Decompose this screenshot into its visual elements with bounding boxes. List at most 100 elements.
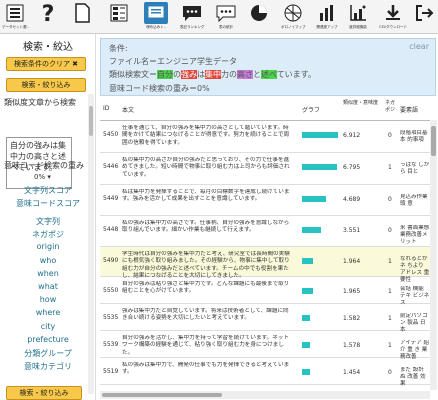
toolbar: データセット選..? 埋め込みト.. 表記ランキング 表の統計 ボロノイマップ 関連度アッ… <box>0 0 438 34</box>
toolbar-label: CSVダウンロード <box>379 25 408 29</box>
toolbar-label: 表記ランキング <box>180 25 205 29</box>
row-text: 私の集中力の高さが自分の強みだと思っており、その力で仕事を進めてきました。短い時… <box>122 157 290 178</box>
row-tags: まだ 設計 ぬ 改善 効果 <box>400 367 426 387</box>
toolbar-button-logout[interactable] <box>412 2 436 33</box>
similar-search-title: 類似度文章から検索 <box>4 98 76 107</box>
row-id: 5450 <box>103 131 119 138</box>
chat-ranking-icon <box>180 2 204 24</box>
row-negpos: 0 <box>388 227 392 234</box>
similar-term: ています。 <box>276 70 316 79</box>
toolbar-button-bar-chart[interactable]: 関連度アップ <box>315 2 339 33</box>
document-icon <box>70 2 94 24</box>
row-id: 5550 <box>103 287 119 294</box>
col-graph[interactable]: グラフ <box>302 105 320 114</box>
table-list-icon <box>107 2 131 24</box>
attribute-link[interactable]: city <box>0 322 96 331</box>
table-hscroll-thumb[interactable] <box>102 393 222 397</box>
attribute-link[interactable]: 文字列 <box>0 216 96 227</box>
row-negpos: 0 <box>388 132 392 139</box>
row-tags: 米 書面業態 業務改善メリット <box>400 225 430 245</box>
toolbar-button-axis-chart[interactable]: 度詳細機能 <box>346 2 370 33</box>
attribute-link[interactable]: when <box>0 269 96 278</box>
condition-filename: ファイル名＝エンジニア学生データ <box>109 57 237 66</box>
table-scrollbar[interactable] <box>430 120 437 390</box>
row-score-bar <box>302 342 311 348</box>
toolbar-button-table-list[interactable] <box>107 2 131 33</box>
row-id: 5490 <box>103 257 119 264</box>
toolbar-button-pie-chart[interactable] <box>247 2 271 33</box>
toolbar-button-chat-ranking[interactable]: 表記ランキング <box>180 2 204 33</box>
toolbar-button-chat-stats[interactable]: 表の統計 <box>214 2 238 33</box>
row-text: 私は集中力を発揮することで、毎月の目標数字を達成し続けています。強みを活かして成… <box>122 189 290 203</box>
search-filter-button[interactable]: 検索・絞り込み <box>6 78 86 92</box>
col-negpos[interactable]: ネガポジ <box>385 99 399 113</box>
table-row[interactable]: 5535 強みは集中力だと自覚しています。将来は技術者として、課題に向き合い続ける… <box>100 304 430 333</box>
col-text[interactable]: 本文 <box>122 105 134 114</box>
table-row[interactable]: 5539 自分の強みを活かし、集中力を持って学習を続けています。ネットワーク構築の… <box>100 331 430 360</box>
row-id: 5539 <box>103 341 119 348</box>
attribute-link[interactable]: 分類グループ <box>0 348 96 359</box>
table-row[interactable]: 5490 学生時代は自分の強みを集中力だと考え、研究室では長時間の実験にも根気強く… <box>100 247 430 283</box>
embed-icon <box>144 2 168 24</box>
score-link[interactable]: 意味コードスコア <box>0 198 96 209</box>
row-text: 仕事を通じて、自分の強みを集中力の高さとして磨いています。時間をかけて結果につな… <box>122 125 290 146</box>
condition-similar: 類似検索文＝自分の強みは集中力の高さと述べています。 <box>109 69 316 80</box>
row-negpos: 1 <box>388 288 392 295</box>
clear-link[interactable]: clear <box>409 42 429 51</box>
toolbar-label: データセット選.. <box>2 25 29 29</box>
attribute-link[interactable]: who <box>0 256 96 265</box>
row-score: 1.454 <box>343 369 361 376</box>
row-score-bar <box>302 132 339 138</box>
bar-chart-icon <box>315 2 339 24</box>
table-row[interactable]: 5449 私は集中力を発揮することで、毎月の目標数字を達成し続けています。強みを活… <box>100 185 430 216</box>
toolbar-button-embed[interactable]: 埋め込みト.. <box>144 2 168 33</box>
col-id[interactable]: ID <box>103 105 109 112</box>
attribute-link[interactable]: what <box>0 282 96 291</box>
similar-term: の <box>173 70 181 79</box>
row-score: 1.582 <box>343 315 361 322</box>
score-link[interactable]: 文字列スコア <box>0 185 96 196</box>
left-scroll-thumb[interactable] <box>89 106 93 136</box>
row-negpos: 1 <box>388 258 392 265</box>
col-score[interactable]: 類似度・意味度 <box>343 99 383 106</box>
meaning-weight-title: 意味コード検索の重み <box>4 161 84 170</box>
toolbar-button-document[interactable] <box>70 2 94 33</box>
left-scrollbar[interactable] <box>88 94 94 394</box>
condition-similar-prefix: 類似検索文＝ <box>109 70 157 79</box>
table-row[interactable]: 5519 私の強みは集中力で、開発の仕事でも力を発揮できると考えています。 1.45… <box>100 358 430 387</box>
toolbar-button-voronoi[interactable]: ボロノイマップ <box>281 2 306 33</box>
search-filter-bottom-button[interactable]: 検索・絞り込み <box>6 386 82 400</box>
table-hscrollbar[interactable] <box>100 391 430 399</box>
condition-weight: 意味コード検索の重み＝0% <box>109 84 210 93</box>
toolbar-label: 関連度アップ <box>316 25 338 29</box>
clear-conditions-button[interactable]: 検索条件のクリア ✖ <box>6 57 86 71</box>
toolbar-button-dataset[interactable]: データセット選.. <box>2 2 29 33</box>
table-scroll-thumb[interactable] <box>431 126 436 156</box>
row-score: 1.964 <box>343 258 361 265</box>
table-row[interactable]: 5446 私の集中力の高さが自分の強みだと思っており、その力で仕事を進めてきました… <box>100 153 430 185</box>
table-row[interactable]: 5550 自分の強みは粘り強さと集中力です。どんな課題にも最後まで取り組むことを心… <box>100 277 430 306</box>
attribute-link[interactable]: ネガポジ <box>0 229 96 240</box>
row-negpos: 1 <box>388 342 392 349</box>
table-row[interactable]: 5448 私の強みは集中力の高さです。仕事柄、自分の強みを意識しながら取り組んでい… <box>100 216 430 247</box>
attribute-link[interactable]: 意味カテゴリ <box>0 361 96 372</box>
toolbar-label: ボロノイマップ <box>281 25 306 29</box>
similar-term: は <box>197 70 205 79</box>
attribute-link[interactable]: prefecture <box>0 335 96 344</box>
similar-term: 述べ <box>261 70 277 79</box>
toolbar-button-download[interactable]: CSVダウンロード <box>379 2 407 33</box>
table-row[interactable]: 5450 仕事を通じて、自分の強みを集中力の高さとして磨いています。時間をかけて結… <box>100 121 430 153</box>
toolbar-button-help[interactable]: ? <box>36 2 60 33</box>
logout-icon <box>412 2 436 24</box>
row-score-bar <box>302 369 310 375</box>
col-tag[interactable]: 要素語 <box>400 105 418 114</box>
meaning-weight-select[interactable]: 0% ▾ <box>34 173 51 181</box>
attribute-link[interactable]: origin <box>0 242 96 251</box>
similar-term: 高さ <box>237 70 253 79</box>
row-tags: 見込み作業 頭 意 <box>400 194 428 207</box>
attribute-link[interactable]: where <box>0 308 96 317</box>
attribute-link[interactable]: how <box>0 295 96 304</box>
similar-term: 自分 <box>157 70 173 79</box>
help-icon: ? <box>36 2 60 24</box>
dataset-icon <box>3 2 27 24</box>
